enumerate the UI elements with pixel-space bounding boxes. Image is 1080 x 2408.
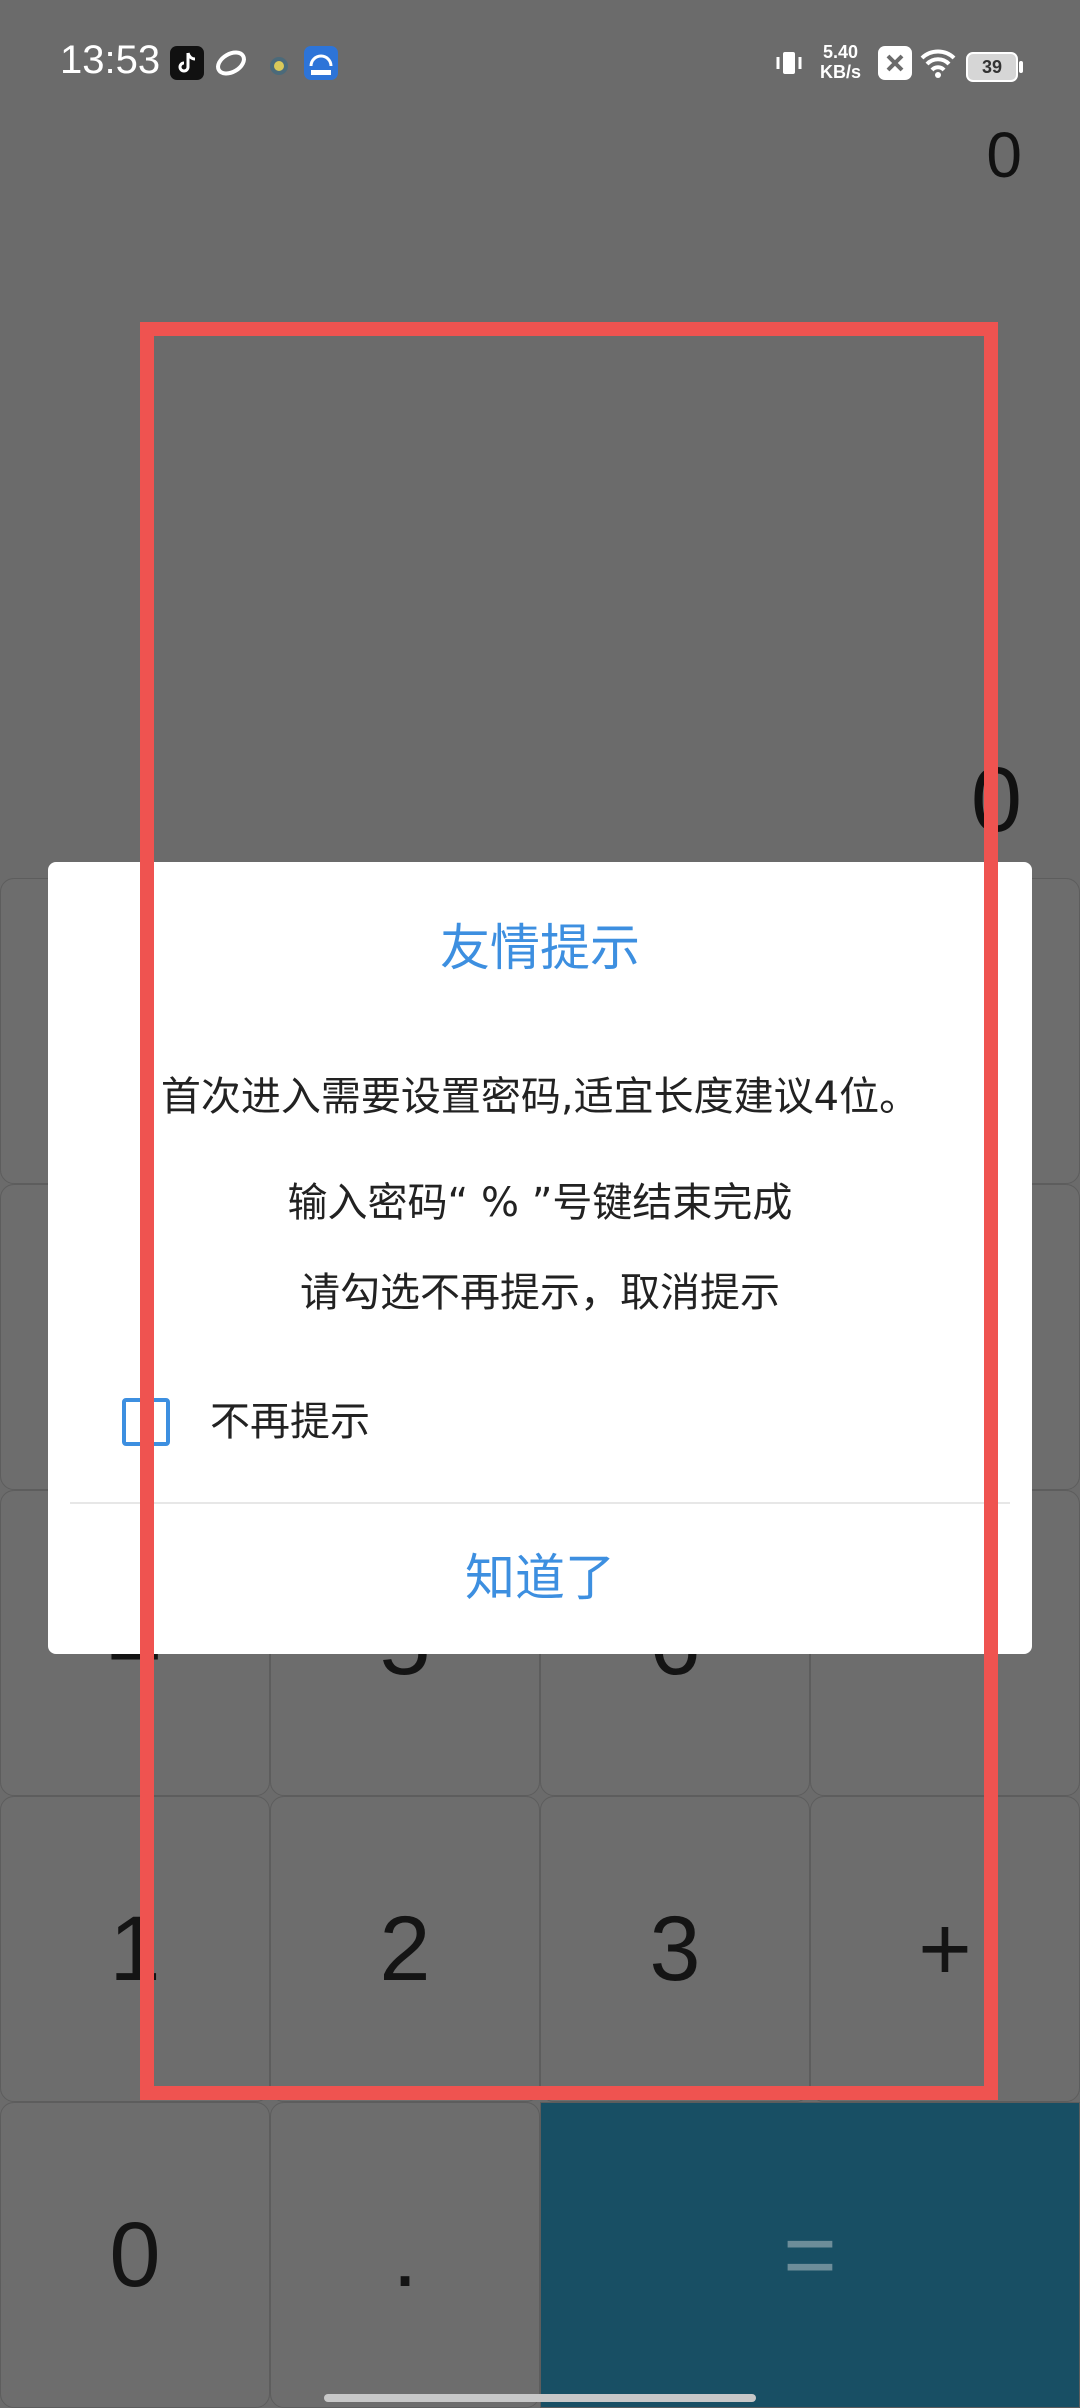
status-bar: 13:53 5.40 KB/s 39 (0, 0, 1080, 130)
net-speed-value: 5.40 (822, 42, 859, 62)
wifi-icon (918, 46, 958, 80)
tiktok-icon (170, 46, 204, 80)
vibrate-icon (772, 46, 806, 80)
expression-display: 0 (986, 119, 1022, 191)
net-speed: 5.40 KB/s (820, 42, 861, 82)
key-0[interactable]: 0 (0, 2102, 270, 2408)
download-status-icon (262, 46, 296, 80)
key-dot[interactable]: . (270, 2102, 540, 2408)
highlight-annotation (140, 322, 998, 2100)
key-equals[interactable]: = (540, 2102, 1080, 2408)
app-badge-icon (304, 46, 338, 80)
battery-indicator: 39 (966, 52, 1023, 82)
close-box-icon (878, 46, 912, 80)
app-ring-icon (214, 46, 248, 80)
home-indicator[interactable] (324, 2394, 756, 2402)
net-speed-unit: KB/s (820, 62, 862, 82)
status-time: 13:53 (60, 38, 161, 82)
